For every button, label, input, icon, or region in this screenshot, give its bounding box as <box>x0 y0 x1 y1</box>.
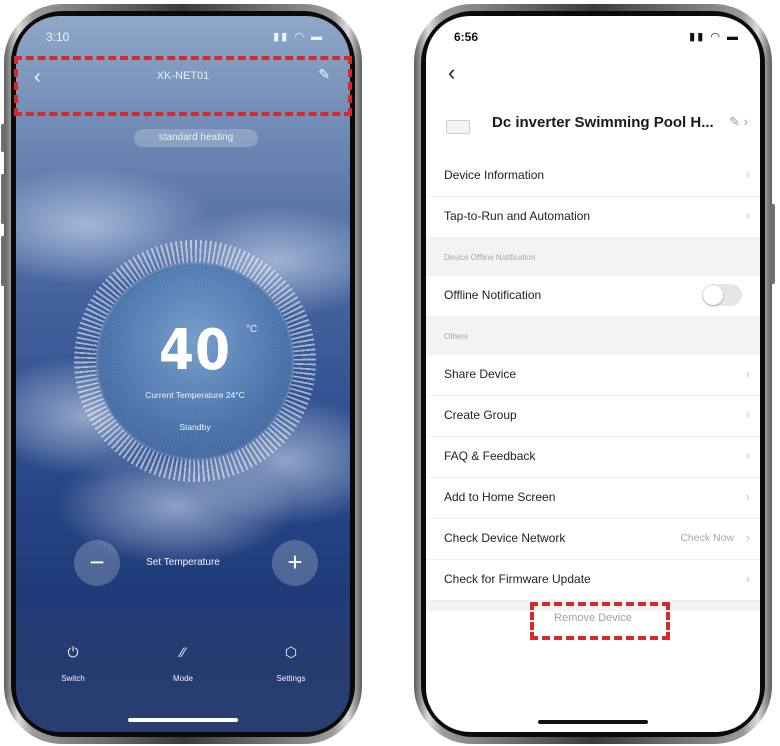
chevron-right-icon: › <box>745 530 750 545</box>
row-label: Share Device <box>444 367 517 381</box>
device-header[interactable]: Dc inverter Swimming Pool H... ✎ › <box>426 102 760 150</box>
chevron-right-icon: › <box>745 489 750 504</box>
side-button <box>771 204 775 284</box>
edit-pencil-icon[interactable]: ✎ › <box>729 114 748 130</box>
mute-switch <box>1 124 5 152</box>
section-offline: Device Offline Notification <box>426 238 760 276</box>
status-bar: 3:10 ▮▮ ◠ ▬ <box>16 16 350 52</box>
status-icons: ▮▮ ◠ ▬ <box>273 31 324 43</box>
mode-badge: standard heating <box>134 129 258 147</box>
status-icons: ▮▮ ◠ ▬ <box>689 31 740 43</box>
chevron-right-icon: › <box>745 366 750 381</box>
chevron-right-icon: › <box>745 208 750 223</box>
set-temperature-value: 40 <box>158 318 232 383</box>
increase-temperature-button[interactable]: + <box>272 540 318 586</box>
row-label: Check for Firmware Update <box>444 572 591 586</box>
row-add-to-home-screen[interactable]: Add to Home Screen › <box>426 478 760 519</box>
chevron-right-icon: › <box>745 448 750 463</box>
decrease-temperature-button[interactable]: − <box>74 540 120 586</box>
dial-face: 40 °C Current Temperature 24°C Standby <box>96 262 294 460</box>
check-now-link[interactable]: Check Now <box>680 532 734 544</box>
chevron-right-icon: › <box>745 571 750 586</box>
set-temperature-label: Set Temperature <box>146 557 220 568</box>
bottom-tab-bar: ⏻ Switch ⁄⁄ Mode ⬡ Settings <box>16 622 350 732</box>
home-indicator <box>538 720 648 724</box>
thermostat-screen: 3:10 ▮▮ ◠ ▬ ‹ XK-NET01 ✎ standard heatin… <box>16 16 350 732</box>
highlight-nav-bar <box>14 56 352 116</box>
row-firmware-update[interactable]: Check for Firmware Update › <box>426 560 760 601</box>
chevron-right-icon: › <box>745 167 750 182</box>
row-label: Create Group <box>444 408 517 422</box>
row-label: Add to Home Screen <box>444 490 556 504</box>
row-offline-notification: Offline Notification <box>426 276 760 317</box>
tab-mode[interactable]: ⁄⁄ Mode <box>148 644 218 683</box>
section-others: Others <box>426 317 760 355</box>
highlight-remove-device <box>530 602 670 640</box>
row-faq-feedback[interactable]: FAQ & Feedback › <box>426 437 760 478</box>
back-chevron-icon[interactable]: ‹ <box>448 60 455 86</box>
temperature-unit: °C <box>246 324 258 335</box>
tab-label: Switch <box>61 674 85 683</box>
mode-icon: ⁄⁄ <box>180 644 186 660</box>
tab-label: Mode <box>172 674 193 683</box>
home-indicator <box>128 718 238 722</box>
row-create-group[interactable]: Create Group › <box>426 396 760 437</box>
status-bar: 6:56 ▮▮ ◠ ▬ <box>426 16 760 56</box>
row-check-device-network[interactable]: Check Device Network Check Now › <box>426 519 760 560</box>
row-share-device[interactable]: Share Device › <box>426 355 760 396</box>
settings-icon: ⬡ <box>284 644 298 660</box>
tab-switch[interactable]: ⏻ Switch <box>38 644 108 683</box>
row-label: FAQ & Feedback <box>444 449 536 463</box>
row-label: Device Information <box>444 168 545 182</box>
section-label: Device Offline Notification <box>444 253 536 262</box>
power-icon: ⏻ <box>67 644 79 660</box>
offline-notification-toggle[interactable] <box>702 284 742 306</box>
device-thumbnail <box>446 120 470 134</box>
row-label: Tap-to-Run and Automation <box>444 209 591 223</box>
section-label: Others <box>444 332 469 341</box>
volume-up-button <box>1 174 5 224</box>
chevron-right-icon: › <box>745 407 750 422</box>
current-temperature: Current Temperature 24°C <box>145 390 245 400</box>
tab-label: Settings <box>276 674 306 683</box>
tab-settings[interactable]: ⬡ Settings <box>256 644 326 683</box>
status-time: 3:10 <box>46 30 70 44</box>
status-time: 6:56 <box>454 30 479 44</box>
toggle-knob <box>703 285 723 305</box>
row-device-information[interactable]: Device Information › <box>426 156 760 197</box>
temperature-dial[interactable]: 40 °C Current Temperature 24°C Standby <box>74 240 316 482</box>
row-label: Offline Notification <box>444 288 542 302</box>
row-label: Check Device Network <box>444 531 566 545</box>
volume-down-button <box>1 236 5 286</box>
device-state: Standby <box>179 422 211 432</box>
row-tap-to-run[interactable]: Tap-to-Run and Automation › <box>426 197 760 238</box>
device-name: Dc inverter Swimming Pool H... <box>492 114 714 131</box>
